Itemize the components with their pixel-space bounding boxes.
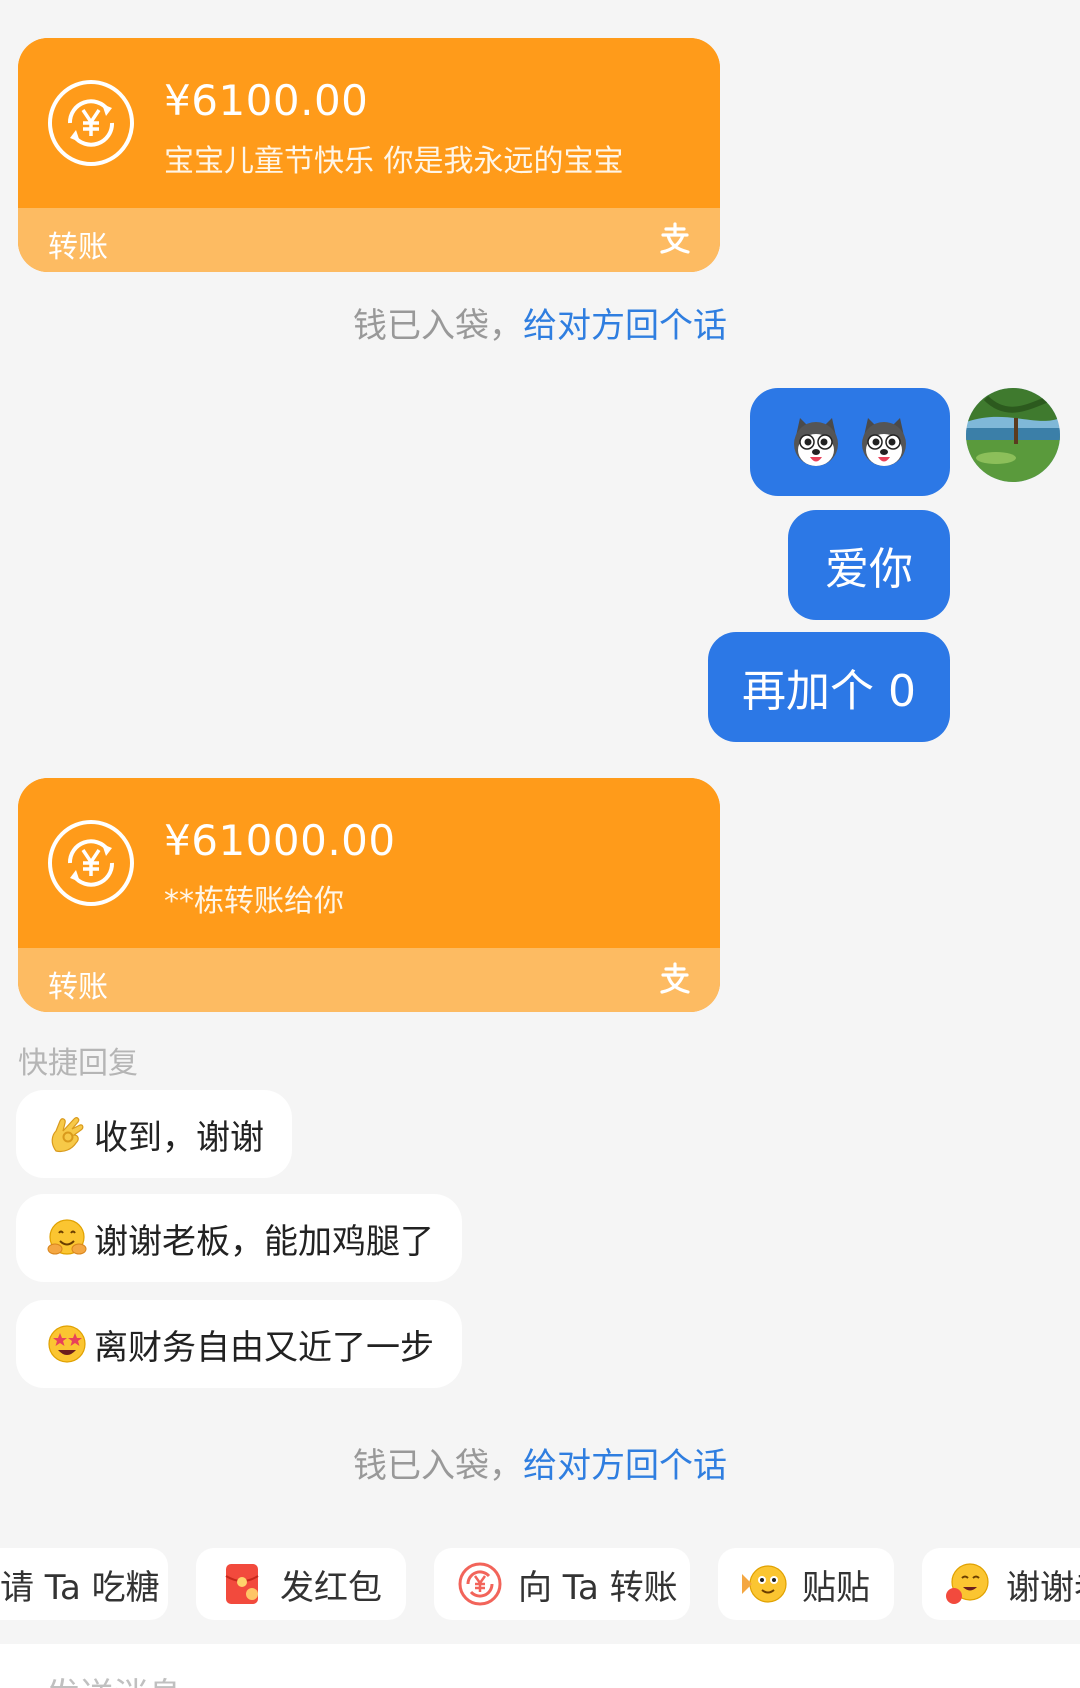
transfer-card-footer: 转账 bbox=[18, 208, 720, 272]
action-red-packet-label: 发红包 bbox=[280, 1567, 382, 1608]
transfer-card-footer: 转账 bbox=[18, 948, 720, 1012]
transfer-card[interactable]: ¥6100.00 宝宝儿童节快乐 你是我永远的宝宝 转账 bbox=[18, 38, 720, 272]
quick-reply-title: 快捷回复 bbox=[18, 1046, 138, 1081]
reply-link[interactable]: 给对方回个话 bbox=[523, 1446, 727, 1486]
transfer-memo: **栋转账给你 bbox=[164, 884, 344, 919]
action-transfer[interactable]: 向 Ta 转账 bbox=[434, 1548, 690, 1620]
quick-reply-text: 离财务自由又近了一步 bbox=[94, 1327, 434, 1368]
reply-link[interactable]: 给对方回个话 bbox=[523, 306, 727, 346]
transfer-card[interactable]: ¥61000.00 **栋转账给你 转账 bbox=[18, 778, 720, 1012]
message-input-placeholder: 发送消息 bbox=[46, 1668, 182, 1688]
quick-reply-item[interactable]: 离财务自由又近了一步 bbox=[16, 1300, 462, 1388]
action-thanks-label: 谢谢老 bbox=[1006, 1567, 1080, 1608]
quick-reply-text: 收到，谢谢 bbox=[94, 1117, 264, 1158]
action-candy-label: 请 Ta 吃糖 bbox=[0, 1567, 160, 1608]
star-struck-face-icon bbox=[48, 1325, 86, 1363]
ok-hand-icon bbox=[51, 1117, 84, 1153]
action-transfer-label: 向 Ta 转账 bbox=[518, 1567, 678, 1608]
husky-sticker-icon bbox=[794, 418, 838, 466]
husky-sticker-icon bbox=[862, 418, 906, 466]
transfer-memo: 宝宝儿童节快乐 你是我永远的宝宝 bbox=[164, 144, 624, 179]
transfer-icon bbox=[458, 1562, 502, 1606]
thanks-face-icon bbox=[946, 1563, 989, 1604]
avatar-image bbox=[966, 388, 1060, 482]
yuan-transfer-icon bbox=[48, 80, 134, 166]
received-note: 钱已入袋，给对方回个话 bbox=[0, 298, 1080, 347]
action-cuddle-label: 贴贴 bbox=[802, 1567, 870, 1608]
yuan-transfer-icon bbox=[48, 820, 134, 906]
transfer-footer-label: 转账 bbox=[48, 230, 108, 265]
alipay-zhi-icon bbox=[660, 222, 690, 254]
action-thanks[interactable]: 谢谢老 bbox=[922, 1548, 1080, 1620]
avatar[interactable] bbox=[966, 388, 1060, 482]
alipay-zhi-icon bbox=[660, 962, 690, 994]
red-packet-icon bbox=[225, 1564, 259, 1604]
hugging-face-icon bbox=[47, 1219, 87, 1255]
message-bubble[interactable]: 爱你 bbox=[788, 510, 950, 620]
cuddle-face-icon bbox=[742, 1565, 787, 1603]
received-note-text: 钱已入袋， bbox=[353, 1446, 523, 1486]
action-cuddle[interactable]: 贴贴 bbox=[718, 1548, 894, 1620]
transfer-footer-label: 转账 bbox=[48, 970, 108, 1005]
transfer-amount: ¥61000.00 bbox=[164, 816, 396, 865]
action-candy[interactable]: 请 Ta 吃糖 bbox=[0, 1548, 168, 1620]
quick-reply-item[interactable]: 收到，谢谢 bbox=[16, 1090, 292, 1178]
transfer-amount: ¥6100.00 bbox=[164, 76, 369, 125]
message-bubble[interactable]: 再加个 0 bbox=[708, 632, 950, 742]
sticker-bubble[interactable] bbox=[750, 388, 950, 496]
quick-reply-text: 谢谢老板，能加鸡腿了 bbox=[94, 1221, 434, 1262]
action-red-packet[interactable]: 发红包 bbox=[196, 1548, 406, 1620]
received-note-text: 钱已入袋， bbox=[353, 306, 523, 346]
quick-reply-item[interactable]: 谢谢老板，能加鸡腿了 bbox=[16, 1194, 462, 1282]
received-note: 钱已入袋，给对方回个话 bbox=[0, 1438, 1080, 1487]
